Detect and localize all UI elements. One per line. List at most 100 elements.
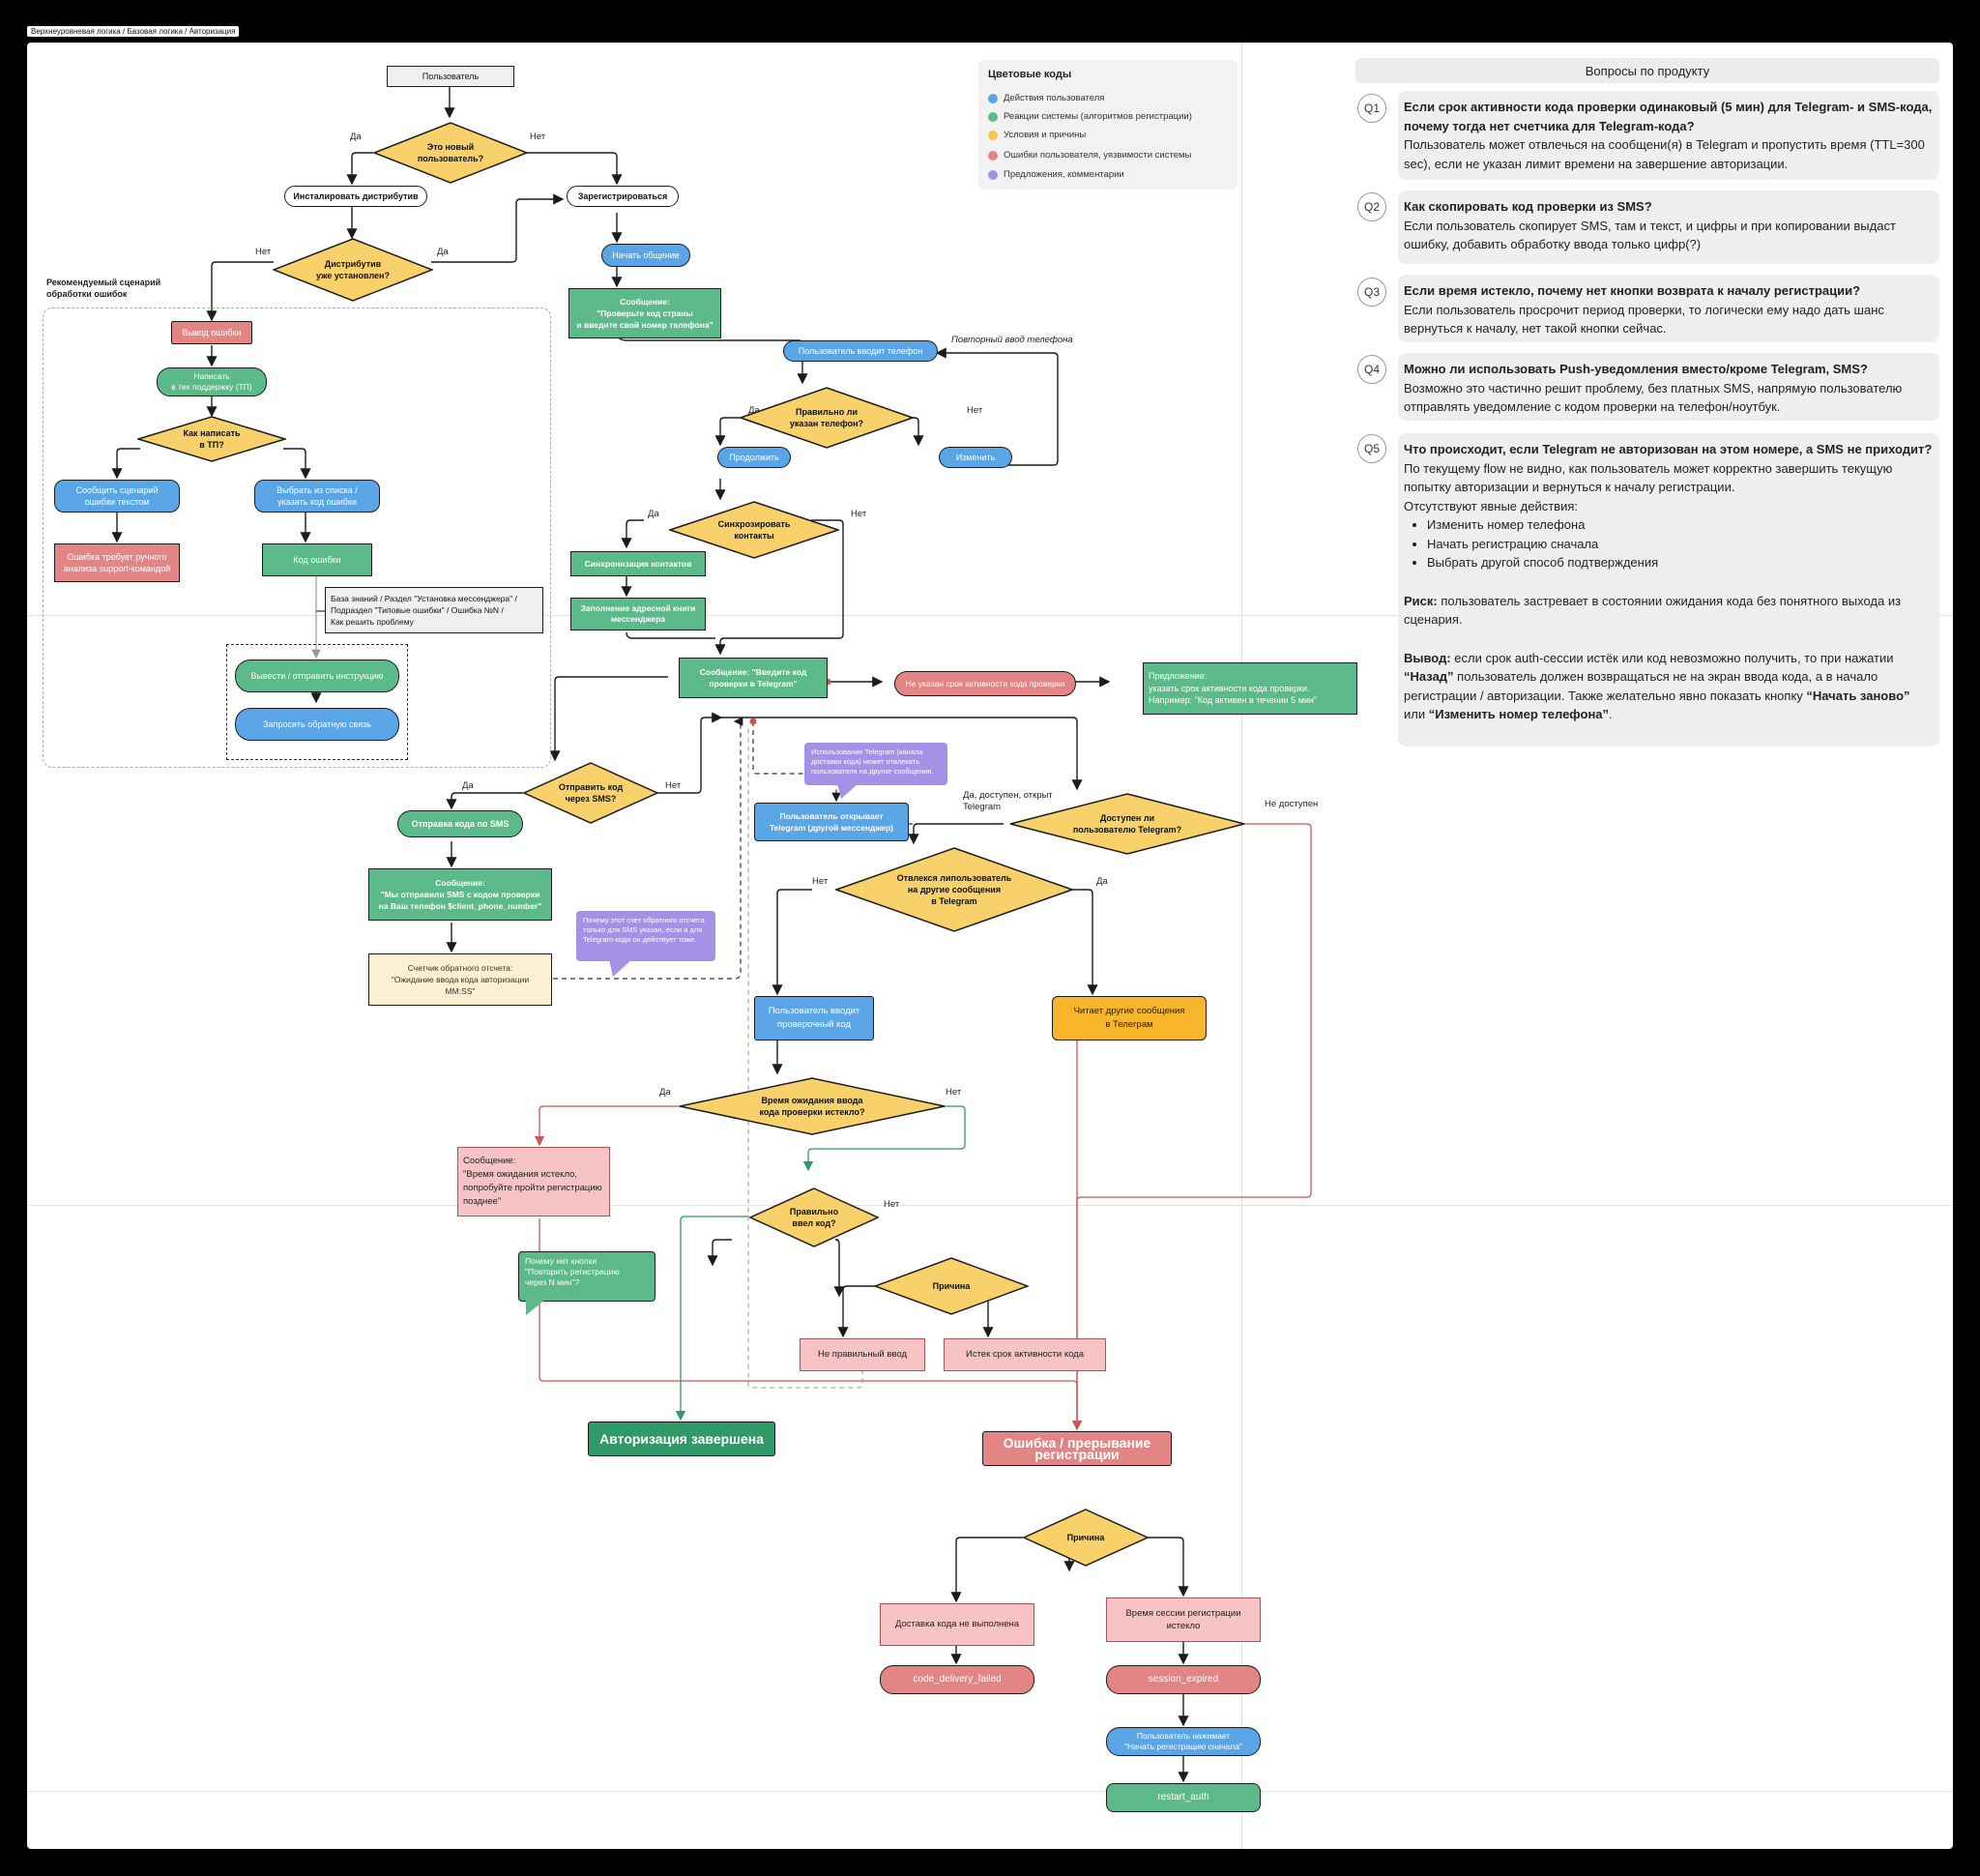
q3-answer: Если пользователь просрочит период прове… bbox=[1404, 302, 1884, 337]
q5-change-phone-ref: “Изменить номер телефона” bbox=[1428, 707, 1610, 721]
report-text-node[interactable]: Сообщить сценарий ошибки текстом bbox=[54, 480, 180, 513]
countdown-timer-node[interactable]: Счетчик обратного отсчета: "Ожидание вво… bbox=[368, 953, 552, 1006]
branch-label-no: Нет bbox=[967, 405, 983, 416]
msg-code-telegram-node[interactable]: Сообщение: "Введите код проверки в Teleg… bbox=[679, 658, 828, 698]
note-telegram-tail bbox=[837, 783, 859, 799]
manual-analysis-node[interactable]: Ошибка требует ручного анализа support-к… bbox=[54, 543, 180, 582]
branch-label-no: Нет bbox=[812, 876, 829, 887]
wrong-input-node[interactable]: Не правильный ввод bbox=[800, 1338, 925, 1371]
breadcrumb[interactable]: Верхнеуровневая логика / Базовая логика … bbox=[27, 26, 240, 37]
q4-badge: Q4 bbox=[1357, 355, 1386, 384]
is-new-user-decision[interactable]: Это новый пользователь? bbox=[373, 122, 528, 184]
q1-answer: Пользователь может отвлечься на сообщени… bbox=[1404, 137, 1925, 171]
legend-dot-icon bbox=[988, 130, 998, 140]
code-delivery-failed-node[interactable]: code_delivery_failed bbox=[880, 1665, 1034, 1694]
branch-label-yes: Да bbox=[648, 509, 659, 519]
q1-card: Если срок активности кода проверки одина… bbox=[1398, 91, 1939, 180]
code-correct-decision[interactable]: Правильно ввел код? bbox=[749, 1187, 879, 1247]
telegram-available-decision[interactable]: Доступен ли пользователю Telegram? bbox=[1009, 793, 1245, 855]
reason-decision[interactable]: Причина bbox=[874, 1257, 1029, 1315]
suggestion-ttl-node[interactable]: Предложение: указать срок активности код… bbox=[1143, 662, 1357, 715]
phone-correct-label: Правильно ли указан телефон? bbox=[789, 407, 864, 428]
q5-action-item: Выбрать другой способ подтверждения bbox=[1427, 553, 1934, 572]
fill-address-node[interactable]: Заполнение адресной книги мессенджера bbox=[570, 598, 706, 630]
sync-contacts-label: Синхрозировать контакты bbox=[717, 519, 791, 541]
change-button[interactable]: Изменить bbox=[939, 447, 1012, 468]
session-expired-node[interactable]: session_expired bbox=[1106, 1665, 1261, 1694]
register-node[interactable]: Зарегистрироваться bbox=[567, 186, 679, 207]
q1-question: Если срок активности кода проверки одина… bbox=[1404, 100, 1933, 133]
q5-action-list: Изменить номер телефона Начать регистрац… bbox=[1404, 515, 1934, 572]
msg-sms-sent-node[interactable]: Сообщение: "Мы отправили SMS с кодом про… bbox=[368, 868, 552, 921]
sync-contacts-decision[interactable]: Синхрозировать контакты bbox=[669, 501, 839, 559]
knowledge-base-node[interactable]: База знаний / Раздел "Установка мессендж… bbox=[325, 587, 543, 633]
msg-phone-node[interactable]: Сообщение: "Проверьте код страны и введи… bbox=[568, 288, 721, 338]
session-expired-text-node[interactable]: Время сессии регистрации истекло bbox=[1106, 1598, 1261, 1642]
enter-phone-node[interactable]: Пользователь вводит телефон bbox=[783, 340, 938, 362]
delivery-failed-node[interactable]: Доставка кода не выполнена bbox=[880, 1603, 1034, 1646]
legend-label: Предложения, комментарии bbox=[1004, 169, 1124, 180]
user-opens-telegram-node[interactable]: Пользователь открывает Telegram (другой … bbox=[754, 803, 909, 841]
legend-label: Действия пользователя bbox=[1004, 93, 1105, 103]
q5-action-item: Начать регистрацию сначала bbox=[1427, 535, 1934, 554]
q5-answer: По текущему flow не видно, как пользоват… bbox=[1404, 460, 1893, 495]
dist-installed-decision[interactable]: Дистрибутив уже установлен? bbox=[273, 238, 433, 302]
q5-question: Что происходит, если Telegram не авториз… bbox=[1404, 442, 1933, 456]
branch-label-yes: Да bbox=[462, 780, 474, 791]
continue-button[interactable]: Продолжить bbox=[717, 447, 791, 468]
show-instruction-node[interactable]: Вывести / отправить инструкцию bbox=[235, 660, 399, 692]
send-sms-decision[interactable]: Отправить код через SMS? bbox=[523, 762, 658, 824]
branch-label-yes: Да bbox=[659, 1087, 671, 1098]
error-code-node[interactable]: Код ошибки bbox=[262, 543, 372, 576]
legend-item: Предложения, комментарии bbox=[988, 169, 1124, 180]
reason2-decision[interactable]: Причина bbox=[1023, 1509, 1149, 1567]
error-scenario-title: Рекомендуемый сценарий обработки ошибок bbox=[46, 278, 161, 299]
code-expired-node[interactable]: Истек срок активности кода bbox=[944, 1338, 1106, 1371]
how-write-support-label: Как написать в ТП? bbox=[183, 428, 241, 450]
q5-conclusion-text: или bbox=[1404, 707, 1429, 721]
sms-sending-node[interactable]: Отправка кода по SMS bbox=[397, 810, 523, 837]
q3-badge: Q3 bbox=[1357, 278, 1386, 307]
distracted-label: Отвлекся липользователь на другие сообще… bbox=[896, 873, 1012, 906]
registration-error-node[interactable]: Ошибка / прерывание регистрации bbox=[982, 1431, 1172, 1466]
repeat-phone-label: Повторный ввод телефона bbox=[951, 335, 1073, 345]
q5-conclusion-text: . bbox=[1609, 707, 1613, 721]
restart-auth-node[interactable]: restart_auth bbox=[1106, 1783, 1261, 1812]
color-legend: Цветовые коды Действия пользователя Реак… bbox=[978, 60, 1238, 190]
branch-label-no: Нет bbox=[884, 1199, 900, 1210]
legend-dot-icon bbox=[988, 93, 998, 103]
q5-answer-2: Отсутствуют явные действия: bbox=[1404, 498, 1578, 513]
q5-conclusion: Вывод: если срок auth-сессии истёк или к… bbox=[1404, 649, 1934, 724]
user-restart-node[interactable]: Пользователь нажимает "Начать регистраци… bbox=[1106, 1727, 1261, 1756]
not-available-label: Не доступен bbox=[1265, 799, 1319, 809]
q1-badge: Q1 bbox=[1357, 94, 1386, 123]
note-telegram-distraction: Использование Telegram (канала доставки … bbox=[804, 743, 947, 785]
user-enters-code-node[interactable]: Пользователь вводит проверочный код bbox=[754, 996, 874, 1041]
legend-title: Цветовые коды bbox=[988, 69, 1072, 80]
choose-list-node[interactable]: Выбрать из списка / указать код ошибки bbox=[254, 480, 380, 513]
timeout-decision[interactable]: Время ожидания ввода кода проверки истек… bbox=[679, 1077, 946, 1135]
q5-conclusion-label: Вывод: bbox=[1404, 650, 1451, 665]
auth-complete-node[interactable]: Авторизация завершена bbox=[588, 1422, 775, 1456]
msg-timeout-node[interactable]: Сообщение: "Время ожидания истекло, попр… bbox=[457, 1147, 610, 1216]
q5-action-item: Изменить номер телефона bbox=[1427, 515, 1934, 535]
sync-contacts-node[interactable]: Синхронизация контактов bbox=[570, 551, 706, 576]
distracted-decision[interactable]: Отвлекся липользователь на другие сообще… bbox=[835, 847, 1073, 932]
branch-label-no: Нет bbox=[255, 247, 272, 257]
note-retry: Почему нет кнопки "Повторить регистрацию… bbox=[518, 1251, 655, 1302]
legend-dot-icon bbox=[988, 111, 998, 122]
legend-label: Условия и причины bbox=[1004, 130, 1087, 140]
error-output-node[interactable]: Вывод ошибки bbox=[171, 321, 252, 344]
write-support-node[interactable]: Написать в тех поддержку (ТП) bbox=[157, 367, 267, 396]
start-chat-node[interactable]: Начать общение bbox=[601, 244, 690, 267]
reads-other-messages-node[interactable]: Читает другие сообщения в Телеграм bbox=[1052, 996, 1207, 1041]
branch-label-no: Нет bbox=[665, 780, 682, 791]
request-feedback-node[interactable]: Запросить обратную связь bbox=[235, 708, 399, 741]
phone-correct-decision[interactable]: Правильно ли указан телефон? bbox=[740, 387, 914, 449]
install-node[interactable]: Инсталировать дистрибутив bbox=[284, 186, 427, 207]
q2-question: Как скопировать код проверки из SMS? bbox=[1404, 199, 1652, 214]
no-ttl-error-node[interactable]: Не указан срок активности кода проверки bbox=[894, 671, 1076, 696]
how-write-support-decision[interactable]: Как написать в ТП? bbox=[137, 416, 286, 462]
dist-installed-label: Дистрибутив уже установлен? bbox=[316, 259, 390, 280]
user-node[interactable]: Пользователь bbox=[387, 66, 514, 87]
